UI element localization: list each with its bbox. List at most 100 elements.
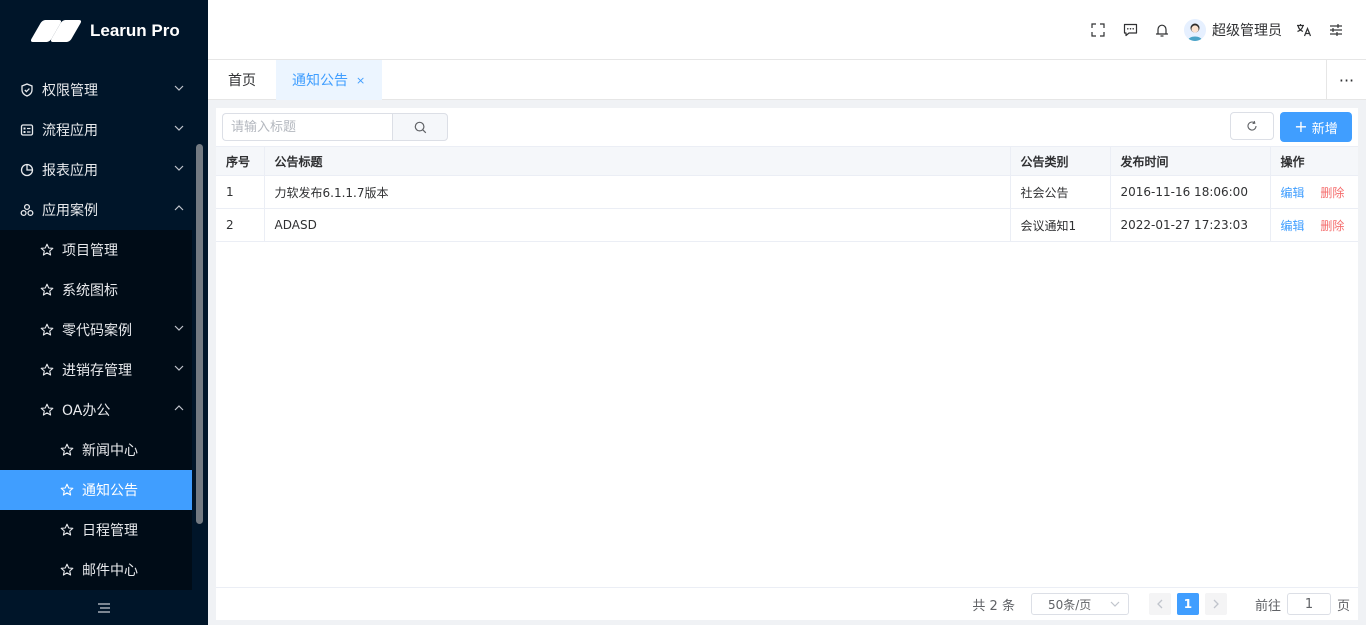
search-button[interactable] bbox=[392, 113, 448, 141]
collapse-menu-button[interactable] bbox=[0, 591, 208, 625]
sidebar-item-mail[interactable]: 邮件中心 bbox=[0, 550, 192, 590]
message-icon bbox=[1123, 23, 1137, 37]
sidebar-item-label: 进销存管理 bbox=[62, 363, 132, 379]
sidebar-item-project[interactable]: 项目管理 bbox=[0, 230, 192, 270]
cell-index: 1 bbox=[216, 175, 265, 209]
chevron-left-icon bbox=[1157, 599, 1163, 609]
sidebar-item-workflow[interactable]: 流程应用 bbox=[0, 110, 192, 150]
sidebar-item-schedule[interactable]: 日程管理 bbox=[0, 510, 192, 550]
logo[interactable]: Learun Pro bbox=[0, 0, 208, 62]
goto-suffix: 页 bbox=[1336, 598, 1350, 614]
sidebar-item-nocode[interactable]: 零代码案例 bbox=[0, 310, 192, 350]
page-size-value: 50条/页 bbox=[1047, 597, 1092, 612]
chevron-up-icon bbox=[174, 405, 184, 411]
form-icon bbox=[20, 123, 34, 137]
goto-page-input[interactable] bbox=[1286, 593, 1331, 615]
cluster-icon bbox=[20, 203, 34, 217]
tab-notice[interactable]: 通知公告 × bbox=[276, 60, 382, 100]
star-icon bbox=[60, 523, 74, 537]
sidebar: Learun Pro 权限管理 流程应用 报表应用 应用案例 项目管理 系统图标… bbox=[0, 0, 208, 625]
settings-button[interactable] bbox=[1320, 14, 1352, 46]
edit-link[interactable]: 编辑 bbox=[1281, 186, 1305, 200]
cell-title: 力软发布6.1.1.7版本 bbox=[264, 175, 1011, 209]
sidebar-item-oa[interactable]: OA办公 bbox=[0, 390, 192, 430]
user-menu[interactable]: 超级管理员 bbox=[1184, 19, 1282, 41]
search-input[interactable] bbox=[222, 113, 392, 141]
sidebar-item-report[interactable]: 报表应用 bbox=[0, 150, 192, 190]
tab-bar: 首页 通知公告 × ··· bbox=[208, 60, 1366, 100]
avatar bbox=[1184, 19, 1206, 41]
logo-mark-icon bbox=[29, 20, 83, 42]
table-row[interactable]: 1 力软发布6.1.1.7版本 社会公告 2016-11-16 18:06:00… bbox=[216, 175, 1358, 209]
star-icon bbox=[40, 243, 54, 257]
add-button[interactable]: + 新增 bbox=[1280, 112, 1352, 142]
column-header[interactable]: 发布时间 bbox=[1110, 146, 1271, 176]
header-tools: 超级管理员 bbox=[1082, 0, 1352, 60]
sidebar-item-label: 应用案例 bbox=[42, 203, 98, 219]
star-icon bbox=[40, 363, 54, 377]
sidebar-item-label: 通知公告 bbox=[82, 483, 138, 499]
tab-home[interactable]: 首页 bbox=[208, 60, 276, 100]
user-name: 超级管理员 bbox=[1212, 23, 1282, 39]
column-header[interactable]: 序号 bbox=[216, 146, 265, 176]
search-icon bbox=[414, 121, 426, 133]
close-icon[interactable]: × bbox=[356, 74, 365, 87]
cell-category: 社会公告 bbox=[1010, 175, 1111, 209]
sidebar-item-notice[interactable]: 通知公告 bbox=[0, 470, 192, 510]
next-page-button[interactable] bbox=[1204, 593, 1227, 615]
sidebar-item-inventory[interactable]: 进销存管理 bbox=[0, 350, 192, 390]
menu-fold-icon bbox=[98, 603, 110, 613]
star-icon bbox=[60, 443, 74, 457]
table-row[interactable]: 2 ADASD 会议通知1 2022-01-27 17:23:03 编辑 删除 bbox=[216, 208, 1358, 242]
chevron-down-icon bbox=[1110, 601, 1120, 607]
chevron-down-icon bbox=[174, 325, 184, 331]
sidebar-item-label: 报表应用 bbox=[42, 163, 98, 179]
delete-link[interactable]: 删除 bbox=[1320, 219, 1344, 233]
column-header[interactable]: 公告标题 bbox=[264, 146, 1011, 176]
tab-more-button[interactable]: ··· bbox=[1326, 60, 1366, 100]
tab-label: 通知公告 bbox=[292, 73, 348, 89]
sidebar-item-cases[interactable]: 应用案例 bbox=[0, 190, 192, 230]
sidebar-item-news[interactable]: 新闻中心 bbox=[0, 430, 192, 470]
sidebar-item-label: 项目管理 bbox=[62, 243, 118, 259]
prev-page-button[interactable] bbox=[1148, 593, 1171, 615]
notification-button[interactable] bbox=[1146, 14, 1178, 46]
fullscreen-button[interactable] bbox=[1082, 14, 1114, 46]
cell-category: 会议通知1 bbox=[1010, 208, 1111, 242]
goto-prefix: 前往 bbox=[1254, 598, 1281, 614]
cell-index: 2 bbox=[216, 208, 265, 242]
sidebar-item-label: 新闻中心 bbox=[82, 443, 138, 459]
delete-link[interactable]: 删除 bbox=[1320, 186, 1344, 200]
star-icon bbox=[60, 483, 74, 497]
edit-link[interactable]: 编辑 bbox=[1281, 219, 1305, 233]
star-icon bbox=[40, 283, 54, 297]
sidebar-item-label: 系统图标 bbox=[62, 283, 118, 299]
top-header: 超级管理员 bbox=[208, 0, 1366, 60]
table-actions: + 新增 bbox=[1230, 112, 1352, 142]
fullscreen-icon bbox=[1091, 23, 1105, 37]
page-size-select[interactable]: 50条/页 bbox=[1030, 593, 1129, 615]
tab-label: 首页 bbox=[228, 73, 256, 89]
cell-time: 2022-01-27 17:23:03 bbox=[1110, 208, 1271, 242]
plus-icon: + bbox=[1294, 117, 1308, 136]
goto-page: 前往 页 bbox=[1255, 593, 1350, 615]
chevron-up-icon bbox=[174, 205, 184, 211]
bell-icon bbox=[1155, 24, 1169, 37]
sidebar-menu: 权限管理 流程应用 报表应用 应用案例 项目管理 系统图标 零代码案例 进销存管… bbox=[0, 70, 192, 590]
search-bar bbox=[222, 113, 448, 141]
sidebar-item-permission[interactable]: 权限管理 bbox=[0, 70, 192, 110]
message-button[interactable] bbox=[1114, 14, 1146, 46]
sidebar-item-label: OA办公 bbox=[62, 403, 111, 419]
language-button[interactable] bbox=[1288, 14, 1320, 46]
column-header: 操作 bbox=[1270, 146, 1358, 176]
sidebar-item-label: 零代码案例 bbox=[62, 323, 132, 339]
sidebar-item-icons[interactable]: 系统图标 bbox=[0, 270, 192, 310]
column-header[interactable]: 公告类别 bbox=[1010, 146, 1111, 176]
cell-title: ADASD bbox=[264, 208, 1011, 242]
page-number-current[interactable]: 1 bbox=[1176, 593, 1199, 615]
notice-table: 序号 公告标题 公告类别 发布时间 操作 1 力软发布6.1.1.7版本 社会公… bbox=[216, 146, 1358, 242]
sidebar-scrollbar[interactable] bbox=[196, 144, 203, 524]
star-icon bbox=[40, 403, 54, 417]
sliders-icon bbox=[1330, 24, 1342, 36]
refresh-button[interactable] bbox=[1230, 112, 1274, 140]
